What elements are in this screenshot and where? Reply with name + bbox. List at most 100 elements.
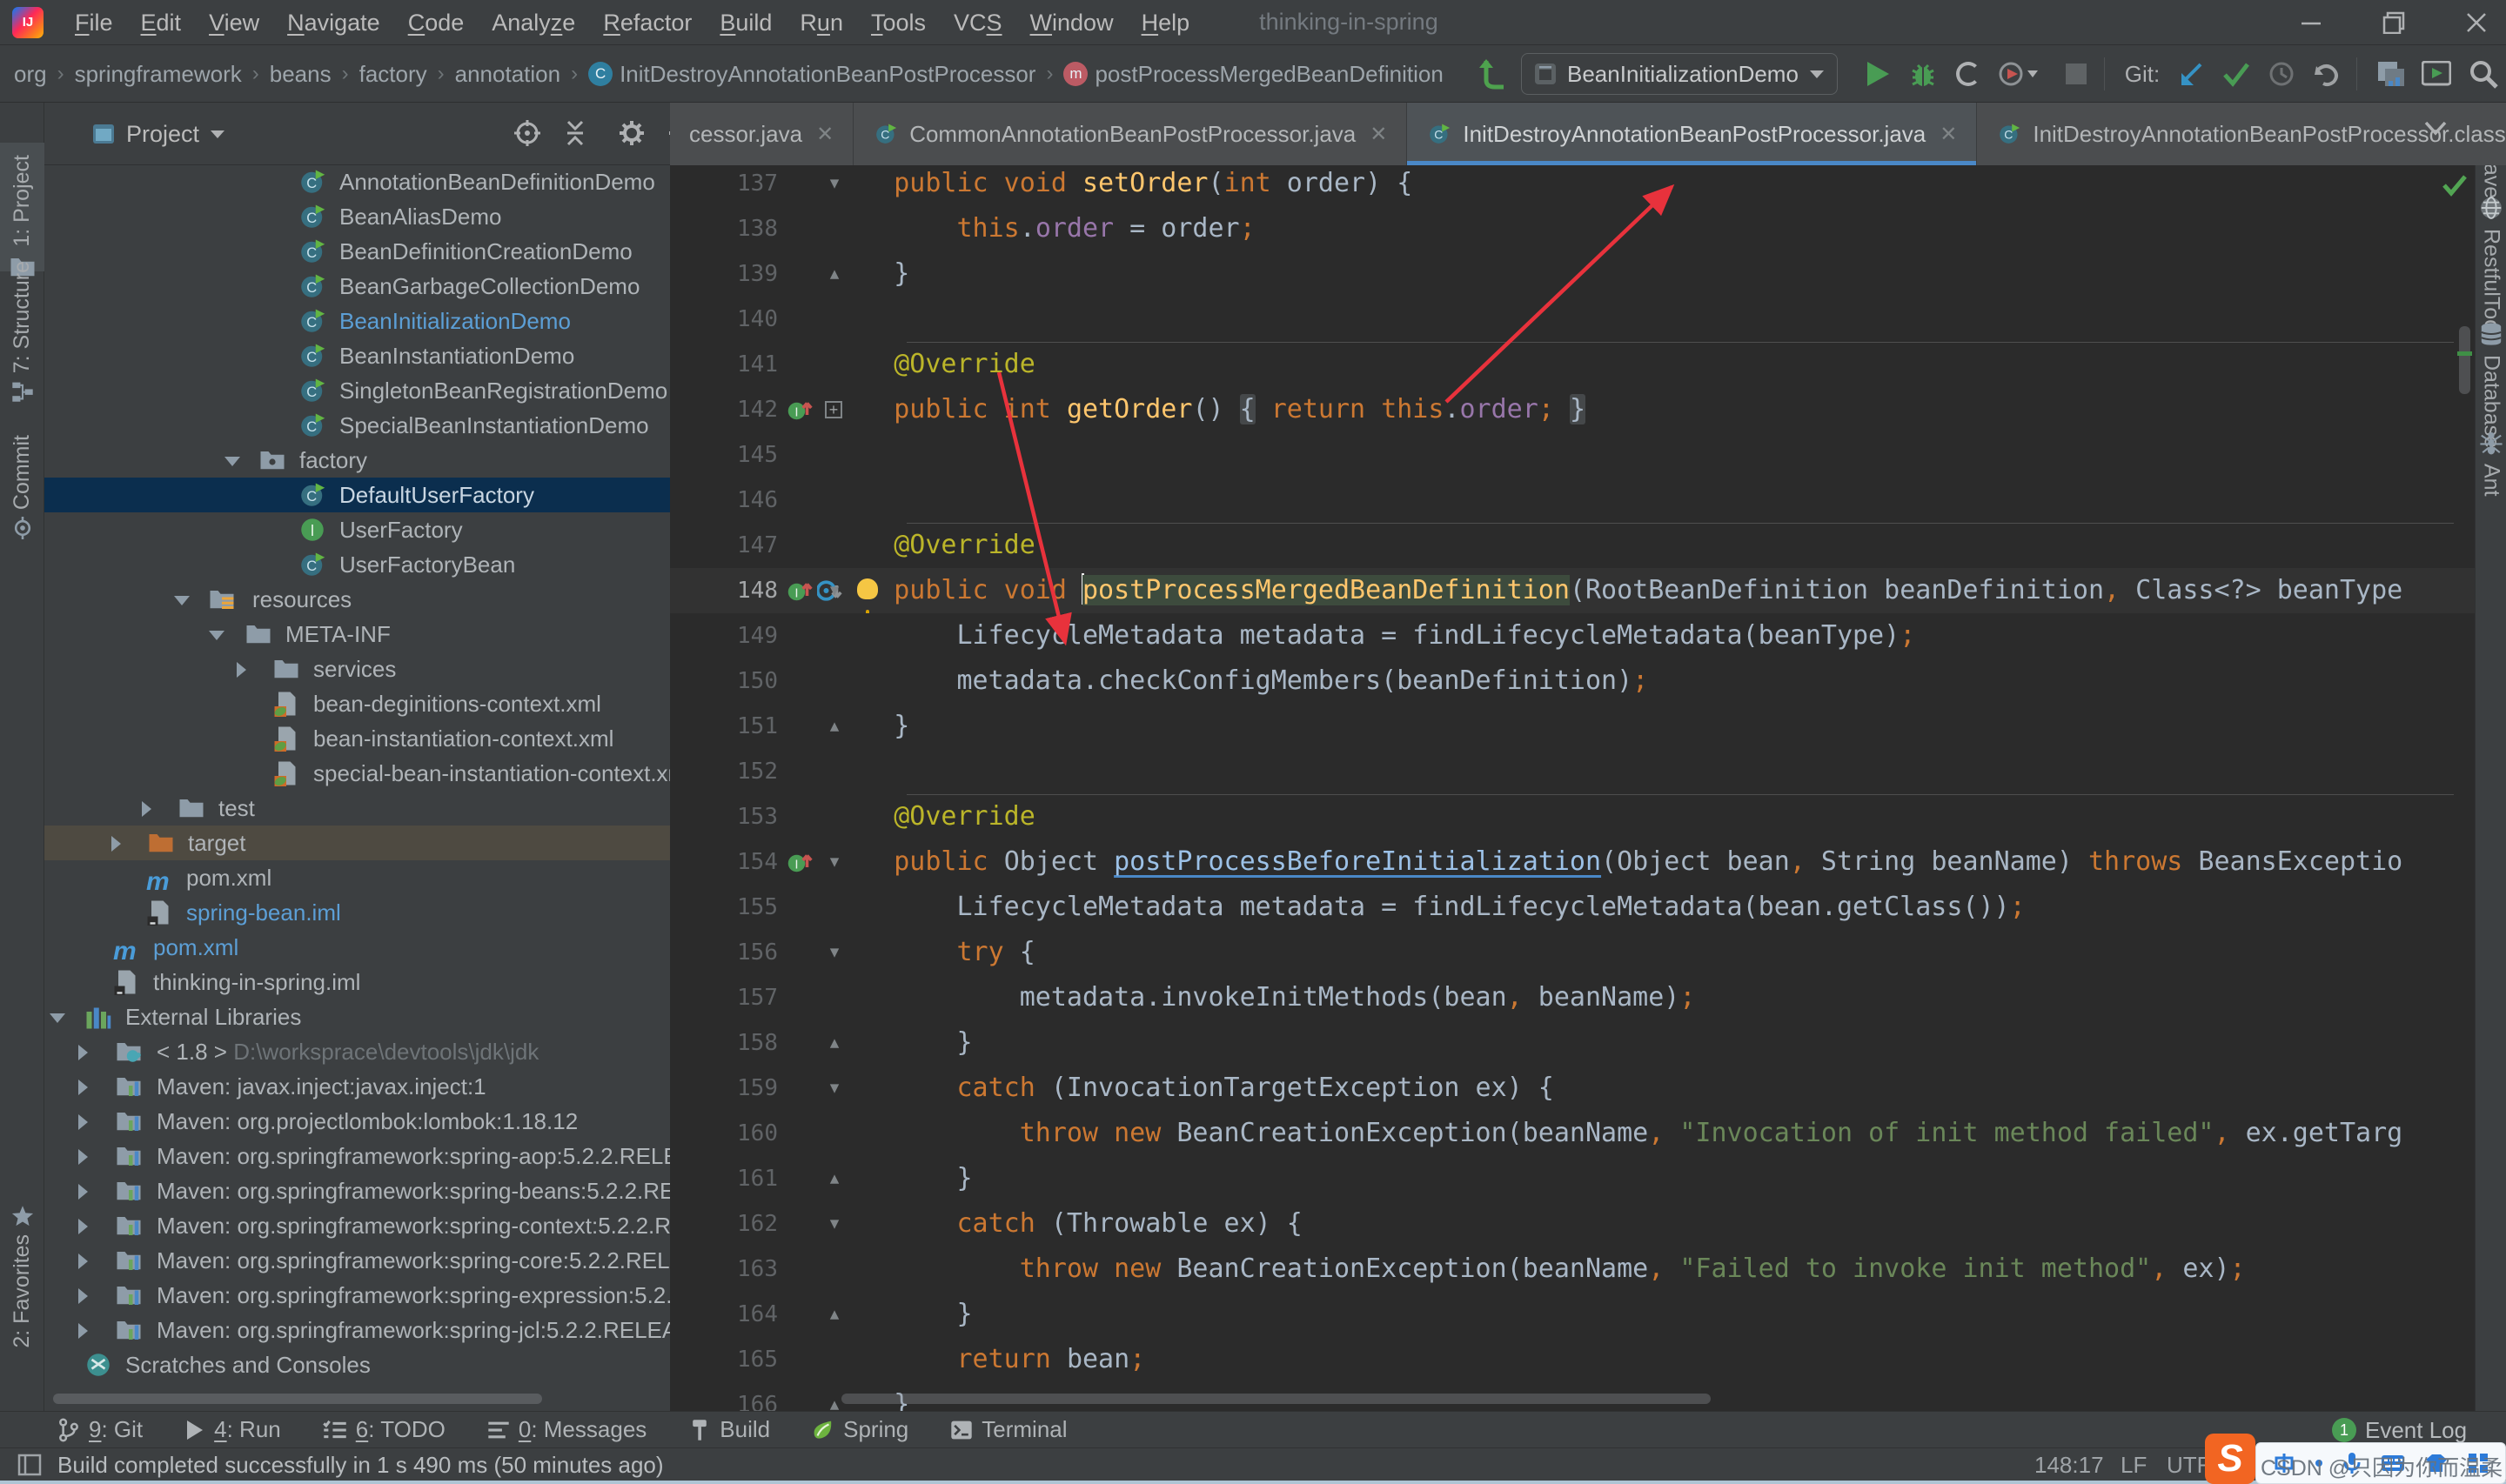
tree-expand-arrow[interactable] — [78, 1080, 88, 1095]
code-line[interactable]: 164▴ } — [670, 1292, 2475, 1337]
sogou-ime-logo[interactable]: S — [2205, 1434, 2255, 1484]
tool-window-toggle-icon[interactable] — [17, 1454, 42, 1476]
tree-row[interactable]: test — [44, 791, 670, 826]
code-line[interactable]: 147 @Override — [670, 523, 2475, 568]
tree-row[interactable]: CAnnotationBeanDefinitionDemo — [44, 165, 670, 199]
breadcrumb-item[interactable]: factory — [359, 61, 427, 88]
code-line[interactable]: 142I+ public int getOrder() { return thi… — [670, 387, 2475, 432]
run-configuration-select[interactable]: BeanInitializationDemo — [1521, 53, 1838, 95]
code-line[interactable]: 157 metadata.invokeInitMethods(bean, bea… — [670, 975, 2475, 1020]
tree-expand-arrow[interactable] — [78, 1253, 88, 1269]
code-line[interactable]: 161▴ } — [670, 1156, 2475, 1201]
git-commit-button[interactable] — [2217, 45, 2255, 103]
toolwindow-button-6--todo[interactable]: 6: TODO — [323, 1416, 446, 1443]
tree-row[interactable]: thinking-in-spring.iml — [44, 965, 670, 999]
tree-expand-arrow[interactable] — [78, 1184, 88, 1200]
toolwindow-button-build[interactable]: Build — [688, 1416, 770, 1443]
debug-button[interactable] — [1904, 45, 1942, 103]
tree-row[interactable]: Maven: org.springframework:spring-aop:5.… — [44, 1139, 670, 1173]
stop-button[interactable] — [2059, 45, 2094, 103]
code-line[interactable]: 160 throw new BeanCreationException(bean… — [670, 1111, 2475, 1156]
collapse-all-icon[interactable] — [563, 120, 587, 146]
tree-row[interactable]: CBeanInitializationDemo — [44, 304, 670, 338]
maximize-button[interactable] — [2362, 0, 2425, 45]
tree-expand-arrow[interactable] — [224, 457, 240, 466]
code-line[interactable]: 151▴ } — [670, 704, 2475, 749]
menu-view[interactable]: View — [195, 0, 273, 45]
editor-tab[interactable]: CInitDestroyAnnotationBeanPostProcessor.… — [1407, 103, 1977, 165]
implements-method-icon[interactable]: I — [787, 578, 814, 604]
tree-row[interactable]: Maven: org.springframework:spring-core:5… — [44, 1243, 670, 1278]
tree-expand-arrow[interactable] — [78, 1323, 88, 1339]
git-update-button[interactable] — [2172, 45, 2210, 103]
tree-row[interactable]: Maven: org.projectlombok:lombok:1.18.12 — [44, 1104, 670, 1139]
code-editor[interactable]: 137▾ public void setOrder(int order) {13… — [670, 165, 2475, 1411]
menu-window[interactable]: Window — [1016, 0, 1128, 45]
code-line[interactable]: 162▾ catch (Throwable ex) { — [670, 1201, 2475, 1247]
back-arrow-icon[interactable] — [1474, 45, 1512, 103]
breadcrumb-item[interactable]: beans — [270, 61, 332, 88]
toolwindow-button-0--messages[interactable]: 0: Messages — [487, 1416, 647, 1443]
close-tab-icon[interactable]: ✕ — [816, 122, 834, 147]
tree-row[interactable]: CUserFactoryBean — [44, 547, 670, 582]
tree-expand-arrow[interactable] — [142, 801, 151, 817]
editor-vscrollbar[interactable] — [2459, 326, 2470, 394]
editor-hscrollbar[interactable] — [841, 1394, 1711, 1404]
editor-tab[interactable]: CCommonAnnotationBeanPostProcessor.java✕ — [854, 103, 1407, 165]
breadcrumb-item[interactable]: CInitDestroyAnnotationBeanPostProcessor — [588, 61, 1035, 88]
code-line[interactable]: 165 return bean; — [670, 1337, 2475, 1382]
tree-row[interactable]: services — [44, 652, 670, 686]
tree-row[interactable]: CDefaultUserFactory — [44, 478, 670, 512]
coverage-button[interactable] — [1949, 45, 1987, 103]
tree-row[interactable]: CBeanAliasDemo — [44, 199, 670, 234]
menu-code[interactable]: Code — [394, 0, 479, 45]
breadcrumb-item[interactable]: mpostProcessMergedBeanDefinition — [1063, 61, 1443, 88]
menu-analyze[interactable]: Analyze — [478, 0, 589, 45]
breadcrumb-item[interactable]: org — [14, 61, 47, 88]
code-line[interactable]: 138 this.order = order; — [670, 206, 2475, 251]
close-tab-icon[interactable]: ✕ — [1940, 122, 1957, 147]
breadcrumb-item[interactable]: annotation — [455, 61, 560, 88]
stripe-button-ant[interactable]: Ant — [2476, 431, 2506, 497]
menu-vcs[interactable]: VCS — [940, 0, 1016, 45]
editor-tab[interactable]: cessor.java✕ — [670, 103, 854, 165]
close-button[interactable] — [2445, 0, 2506, 45]
settings-gear-icon[interactable] — [619, 120, 645, 146]
menu-tools[interactable]: Tools — [857, 0, 940, 45]
tree-row[interactable]: META-INF — [44, 617, 670, 652]
tree-row[interactable]: special-bean-instantiation-context.xml — [44, 756, 670, 791]
history-button[interactable] — [2262, 45, 2301, 103]
toolwindow-button-spring[interactable]: Spring — [812, 1416, 908, 1443]
code-line[interactable]: 152 — [670, 749, 2475, 794]
event-log-button[interactable]: 1 Event Log — [2332, 1414, 2467, 1446]
tree-row[interactable]: target — [44, 826, 670, 860]
changed-files-icon[interactable] — [2369, 45, 2414, 103]
stripe-button----favorites[interactable]: 2: Favorites — [0, 1205, 44, 1348]
menu-help[interactable]: Help — [1128, 0, 1204, 45]
code-line[interactable]: 137▾ public void setOrder(int order) { — [670, 165, 2475, 206]
code-line[interactable]: 150 metadata.checkConfigMembers(beanDefi… — [670, 658, 2475, 704]
tree-expand-arrow[interactable] — [111, 836, 121, 852]
stripe-button----project[interactable]: 1: Project — [0, 155, 44, 278]
code-line[interactable]: 154I▾ public Object postProcessBeforeIni… — [670, 839, 2475, 885]
stripe-button-commit[interactable]: Commit — [0, 435, 44, 539]
line-separator[interactable]: LF — [2121, 1448, 2147, 1481]
code-line[interactable]: 145 — [670, 432, 2475, 478]
toolwindow-button-terminal[interactable]: Terminal — [950, 1416, 1067, 1443]
tree-row[interactable]: < 1.8 > D:\worksprace\devtools\jdk\jdk — [44, 1034, 670, 1069]
rollback-button[interactable] — [2308, 45, 2346, 103]
code-line[interactable]: 155 LifecycleMetadata metadata = findLif… — [670, 885, 2475, 930]
menu-navigate[interactable]: Navigate — [273, 0, 394, 45]
tree-row[interactable]: CSingletonBeanRegistrationDemo — [44, 373, 670, 408]
tree-row[interactable]: factory — [44, 443, 670, 478]
tree-expand-arrow[interactable] — [50, 1013, 65, 1023]
tree-expand-arrow[interactable] — [78, 1288, 88, 1304]
tree-row[interactable]: Scratches and Consoles — [44, 1347, 670, 1382]
tree-row[interactable]: bean-instantiation-context.xml — [44, 721, 670, 756]
menu-refactor[interactable]: Refactor — [589, 0, 706, 45]
inspections-ok-icon[interactable] — [2442, 174, 2468, 197]
code-line[interactable]: 158▴ } — [670, 1020, 2475, 1066]
menu-run[interactable]: Run — [786, 0, 857, 45]
code-line[interactable]: 159▾ catch (InvocationTargetException ex… — [670, 1066, 2475, 1111]
stripe-button-database[interactable]: Database — [2476, 322, 2506, 448]
